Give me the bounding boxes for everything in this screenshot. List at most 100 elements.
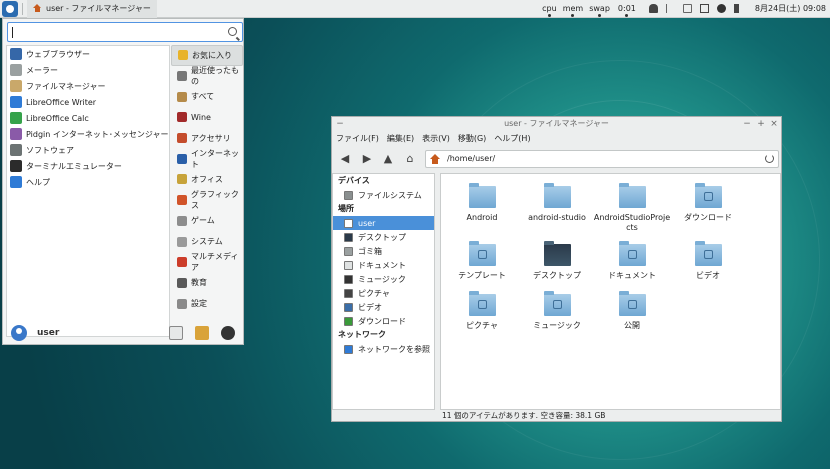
folder-emblem-icon: [552, 300, 562, 309]
menubar-item[interactable]: 編集(E): [383, 132, 418, 146]
up-arrow-icon[interactable]: ▲: [381, 152, 395, 166]
menu-category-label: すべて: [191, 92, 215, 102]
menu-category-item[interactable]: 教育: [171, 273, 243, 294]
lock-screen-icon[interactable]: [195, 326, 209, 340]
forward-arrow-icon[interactable]: ▶: [360, 152, 374, 166]
menu-category-item[interactable]: 設定: [171, 293, 243, 314]
settings-manager-icon[interactable]: [169, 326, 183, 340]
calc-icon: [10, 112, 22, 124]
menu-category-item[interactable]: システム: [171, 231, 243, 252]
file-item[interactable]: 公開: [593, 291, 671, 331]
menu-category-item[interactable]: すべて: [171, 86, 243, 107]
battery-icon[interactable]: [699, 4, 709, 13]
sidebar-item[interactable]: ゴミ箱: [333, 244, 434, 258]
menu-category-label: グラフィックス: [191, 190, 239, 211]
close-icon[interactable]: ×: [769, 118, 779, 130]
file-item[interactable]: ダウンロード: [669, 183, 747, 223]
file-item[interactable]: Android: [443, 183, 521, 223]
update-icon[interactable]: [716, 4, 726, 13]
sidebar-item-label: ゴミ箱: [358, 246, 382, 256]
pidgin-icon: [10, 128, 22, 140]
minimize-icon[interactable]: −: [742, 118, 752, 130]
sidebar-item[interactable]: ドキュメント: [333, 258, 434, 272]
file-item[interactable]: AndroidStudioProjects: [593, 183, 671, 233]
file-item[interactable]: ドキュメント: [593, 241, 671, 281]
folder-icon: [543, 183, 571, 208]
top-panel: user - ファイルマネージャー cpu mem swap 0:01 8月24…: [0, 0, 830, 18]
clipboard-icon[interactable]: [682, 4, 692, 13]
menu-app-item[interactable]: ターミナルエミュレーター: [7, 158, 169, 174]
graphics-icon: [177, 195, 187, 206]
sidebar-item-label: ダウンロード: [358, 316, 406, 326]
file-item[interactable]: ミュージック: [518, 291, 596, 331]
bluetooth-icon[interactable]: [665, 4, 675, 13]
file-item[interactable]: ビデオ: [669, 241, 747, 281]
software-icon: [10, 144, 22, 156]
notification-bell-icon[interactable]: [648, 4, 658, 13]
avatar[interactable]: [11, 325, 27, 341]
power-icon[interactable]: [221, 326, 235, 340]
sidebar-item-label: user: [358, 218, 376, 228]
maximize-icon[interactable]: +: [756, 118, 766, 130]
search-input[interactable]: [7, 22, 243, 42]
file-label: Android: [466, 213, 498, 222]
menu-category-item[interactable]: グラフィックス: [171, 190, 243, 211]
sidebar-item[interactable]: ダウンロード: [333, 314, 434, 328]
swap-monitor[interactable]: swap: [586, 0, 613, 18]
menu-category-item[interactable]: マルチメディア: [171, 252, 243, 273]
applications-menu-button[interactable]: [2, 0, 18, 17]
menu-category-item[interactable]: Wine: [171, 107, 243, 128]
menu-app-item[interactable]: ファイルマネージャー: [7, 78, 169, 94]
cpu-monitor[interactable]: cpu: [539, 0, 560, 18]
menubar-item[interactable]: ヘルプ(H): [490, 132, 534, 146]
sidebar-item[interactable]: ビデオ: [333, 300, 434, 314]
menu-category-item[interactable]: インターネット: [171, 148, 243, 169]
home-icon: [430, 154, 440, 164]
file-item[interactable]: デスクトップ: [518, 241, 596, 281]
menu-app-item[interactable]: ウェブブラウザー: [7, 46, 169, 62]
menu-app-item[interactable]: LibreOffice Writer: [7, 94, 169, 110]
menubar-item[interactable]: ファイル(F): [332, 132, 383, 146]
file-item[interactable]: android-studio: [518, 183, 596, 223]
menu-category-item[interactable]: アクセサリ: [171, 128, 243, 149]
sidebar-item[interactable]: ネットワークを参照: [333, 342, 434, 356]
mem-monitor[interactable]: mem: [560, 0, 587, 18]
menu-app-item[interactable]: メーラー: [7, 62, 169, 78]
menu-category-item[interactable]: お気に入り: [171, 45, 243, 66]
trash-icon: [344, 246, 353, 256]
home-icon[interactable]: ⌂: [403, 152, 417, 166]
menu-app-item[interactable]: ソフトウェア: [7, 142, 169, 158]
sidebar-item[interactable]: デスクトップ: [333, 230, 434, 244]
taskbar-item-file-manager[interactable]: user - ファイルマネージャー: [27, 0, 157, 18]
file-item[interactable]: ピクチャ: [443, 291, 521, 331]
menu-app-item[interactable]: LibreOffice Calc: [7, 110, 169, 126]
location-bar[interactable]: /home/user/: [425, 150, 779, 168]
menu-app-label: ウェブブラウザー: [26, 49, 90, 59]
menubar-item[interactable]: 表示(V): [418, 132, 454, 146]
sidebar-item[interactable]: ファイルシステム: [333, 188, 434, 202]
back-arrow-icon[interactable]: ◀: [338, 152, 352, 166]
sidebar-item[interactable]: user: [333, 216, 434, 230]
sidebar-item[interactable]: ミュージック: [333, 272, 434, 286]
menu-category-item[interactable]: ゲーム: [171, 211, 243, 232]
music-icon: [344, 274, 353, 284]
games-icon: [177, 215, 187, 226]
file-item[interactable]: テンプレート: [443, 241, 521, 281]
sidebar-item-label: ピクチャ: [358, 288, 390, 298]
menu-category-item[interactable]: オフィス: [171, 169, 243, 190]
reload-icon[interactable]: [765, 154, 774, 163]
clock-icon: [177, 71, 187, 82]
menu-category-item[interactable]: 最近使ったもの: [171, 66, 243, 87]
sidebar-header-places: 場所: [338, 204, 354, 213]
menu-app-item[interactable]: Pidgin インターネット･メッセンジャー: [7, 126, 169, 142]
menubar-item[interactable]: 移動(G): [454, 132, 490, 146]
volume-icon[interactable]: [733, 4, 743, 13]
menu-category-label: アクセサリ: [191, 133, 231, 143]
sidebar-item-label: ドキュメント: [358, 260, 406, 270]
folder-public-icon: [618, 291, 646, 316]
folder-pictures-icon: [468, 291, 496, 316]
window-menu-icon[interactable]: −: [335, 118, 345, 130]
clock[interactable]: 8月24日(土) 09:08: [755, 3, 826, 14]
menu-app-item[interactable]: ヘルプ: [7, 174, 169, 190]
sidebar-item[interactable]: ピクチャ: [333, 286, 434, 300]
